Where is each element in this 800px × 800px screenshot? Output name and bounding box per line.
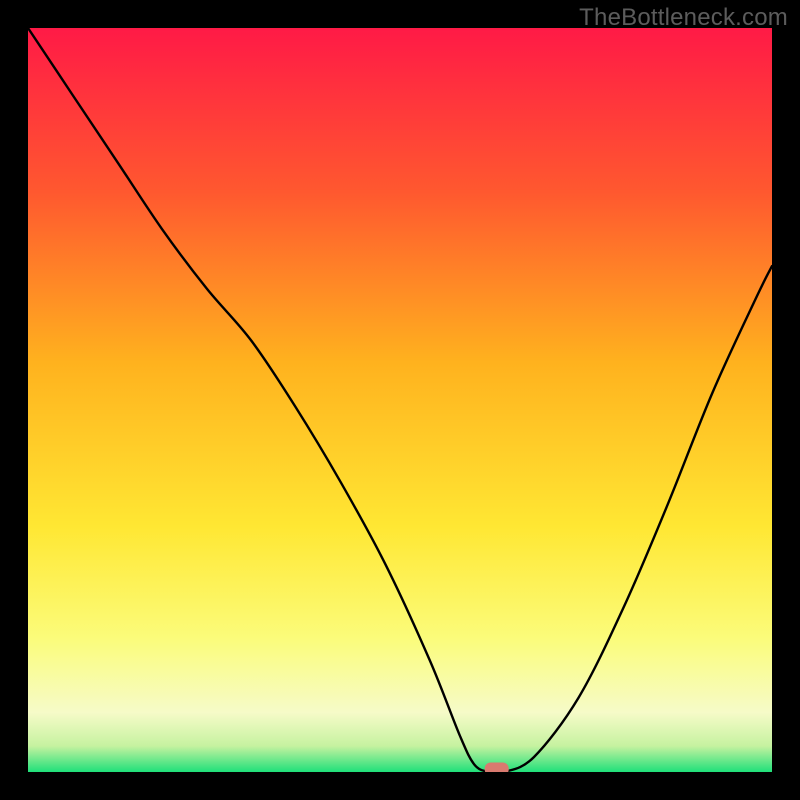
plot-area xyxy=(28,28,772,772)
chart-frame: TheBottleneck.com xyxy=(0,0,800,800)
optimum-marker xyxy=(485,763,509,773)
gradient-background xyxy=(28,28,772,772)
chart-svg xyxy=(28,28,772,772)
watermark-text: TheBottleneck.com xyxy=(579,4,788,32)
